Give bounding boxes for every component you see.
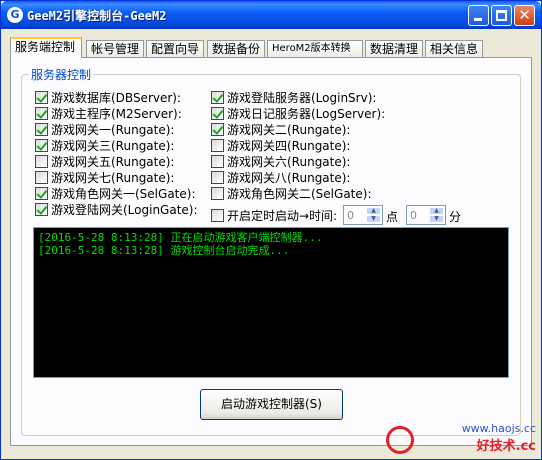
tab-label: 数据备份	[212, 42, 261, 56]
checkbox[interactable]	[211, 90, 224, 104]
server-checkbox-row[interactable]: 游戏角色网关二(SelGate):	[211, 185, 371, 201]
server-checkbox-row[interactable]: 游戏登陆网关(LoginGate):	[35, 201, 198, 217]
tab-config-wizard[interactable]: 配置向导	[146, 40, 204, 57]
checkbox[interactable]	[211, 122, 224, 136]
tab-account[interactable]: 帐号管理	[86, 40, 144, 57]
minimize-icon	[474, 18, 482, 21]
tab-server-control[interactable]: 服务端控制	[10, 37, 82, 58]
checkbox[interactable]	[35, 186, 48, 200]
start-controller-button[interactable]: 启动游戏控制器(S)	[200, 389, 343, 420]
hour-value: 0	[347, 209, 354, 222]
checkbox-label: 游戏数据库(DBServer):	[51, 90, 182, 105]
checkbox-label: 游戏主程序(M2Server):	[51, 106, 182, 121]
server-checkbox-row[interactable]: 游戏网关八(Rungate):	[211, 169, 350, 185]
server-checkbox-row[interactable]: 游戏网关三(Rungate):	[35, 137, 174, 153]
tab-data-cleanup[interactable]: 数据清理	[365, 40, 423, 57]
checkbox-label: 游戏角色网关一(SelGate):	[51, 186, 196, 201]
minute-up-arrow-icon[interactable]: ▲	[429, 207, 444, 215]
checkbox-label: 游戏网关五(Rungate):	[51, 154, 175, 169]
tab-herom2-convert[interactable]: HeroM2版本转换	[267, 40, 363, 57]
tab-label: 配置向导	[151, 42, 200, 56]
server-checkbox-row[interactable]: 游戏数据库(DBServer):	[35, 89, 181, 105]
server-checkbox-row[interactable]: 游戏角色网关一(SelGate):	[35, 185, 195, 201]
server-checkbox-row[interactable]: 游戏主程序(M2Server):	[35, 105, 182, 121]
log-console[interactable]: [2016-5-28 8:13:28] 正在启动游戏客户端控制器... [201…	[33, 227, 509, 378]
server-checkbox-row[interactable]: 游戏网关五(Rungate):	[35, 153, 174, 169]
checkbox[interactable]	[35, 170, 48, 184]
tab-backup[interactable]: 数据备份	[207, 40, 265, 57]
checkbox[interactable]	[211, 138, 224, 152]
minimize-button[interactable]	[468, 5, 489, 26]
minute-value: 0	[410, 209, 417, 222]
watermark-logo-icon	[385, 426, 414, 454]
checkbox-label: 游戏登陆网关(LoginGate):	[51, 202, 198, 217]
watermark-text: 好技术.cc	[476, 439, 536, 454]
checkbox[interactable]	[35, 90, 48, 104]
server-checkbox-row[interactable]: 游戏网关一(Rungate):	[35, 121, 174, 137]
checkbox-label: 游戏网关七(Rungate):	[51, 170, 175, 185]
checkbox-label: 游戏网关八(Rungate):	[227, 170, 351, 185]
timer-start-row[interactable]: 开启定时启动→时间:	[211, 207, 337, 223]
minute-unit: 分	[449, 210, 462, 224]
checkbox-label: 游戏登陆服务器(LoginSrv):	[227, 90, 377, 105]
tab-label: 服务端控制	[15, 40, 76, 54]
server-checkbox-row[interactable]: 游戏日记服务器(LogServer):	[211, 105, 385, 121]
tab-label: 数据清理	[370, 42, 419, 56]
minute-spinner[interactable]: 0 ▲ ▼	[406, 205, 446, 225]
server-checkbox-row[interactable]: 游戏网关七(Rungate):	[35, 169, 174, 185]
checkbox-label: 游戏角色网关二(SelGate):	[227, 186, 372, 201]
checkbox[interactable]	[35, 154, 48, 168]
log-line: [2016-5-28 8:13:28] 游戏控制台启动完成...	[38, 244, 290, 257]
checkbox[interactable]	[211, 106, 224, 120]
server-checkbox-row[interactable]: 游戏登陆服务器(LoginSrv):	[211, 89, 376, 105]
app-icon: G	[7, 7, 23, 23]
checkbox[interactable]	[211, 154, 224, 168]
minute-down-arrow-icon[interactable]: ▼	[429, 215, 444, 223]
maximize-icon	[496, 10, 507, 21]
hour-unit: 点	[386, 210, 399, 224]
tab-label: HeroM2版本转换	[272, 43, 351, 54]
tab-about[interactable]: 相关信息	[425, 40, 483, 57]
server-checkbox-row[interactable]: 游戏网关二(Rungate):	[211, 121, 350, 137]
checkbox[interactable]	[35, 202, 48, 216]
checkbox[interactable]	[35, 106, 48, 120]
checkbox-label: 游戏日记服务器(LogServer):	[227, 106, 386, 121]
close-icon: ✕	[518, 6, 531, 24]
checkbox-label: 游戏网关一(Rungate):	[51, 122, 175, 137]
checkbox-label: 游戏网关三(Rungate):	[51, 138, 175, 153]
hour-down-arrow-icon[interactable]: ▼	[366, 215, 381, 223]
checkbox-label: 游戏网关四(Rungate):	[227, 138, 351, 153]
server-checkbox-row[interactable]: 游戏网关四(Rungate):	[211, 137, 350, 153]
checkbox-label: 游戏网关六(Rungate):	[227, 154, 351, 169]
window-title: GeeM2引擎控制台-GeeM2	[27, 9, 167, 23]
hour-up-arrow-icon[interactable]: ▲	[366, 207, 381, 215]
watermark-url: www.haojs.cc	[461, 422, 536, 435]
watermark: www.haojs.cc 好技术.cc	[385, 422, 536, 454]
hour-spinner[interactable]: 0 ▲ ▼	[343, 205, 383, 225]
tab-label: 相关信息	[430, 42, 479, 56]
tab-label: 帐号管理	[91, 42, 140, 56]
close-button[interactable]: ✕	[514, 5, 535, 26]
group-title: 服务器控制	[29, 66, 94, 83]
checkbox[interactable]	[211, 186, 224, 200]
timer-checkbox[interactable]	[211, 208, 224, 222]
timer-label: 开启定时启动→时间:	[227, 208, 338, 223]
checkbox-label: 游戏网关二(Rungate):	[227, 122, 351, 137]
checkbox[interactable]	[35, 138, 48, 152]
maximize-button[interactable]	[491, 5, 512, 26]
checkbox[interactable]	[211, 170, 224, 184]
title-bar[interactable]: G GeeM2引擎控制台-GeeM2 ✕	[1, 1, 541, 29]
checkbox[interactable]	[35, 122, 48, 136]
server-checkbox-row[interactable]: 游戏网关六(Rungate):	[211, 153, 350, 169]
log-line: [2016-5-28 8:13:28] 正在启动游戏客户端控制器...	[38, 231, 323, 244]
